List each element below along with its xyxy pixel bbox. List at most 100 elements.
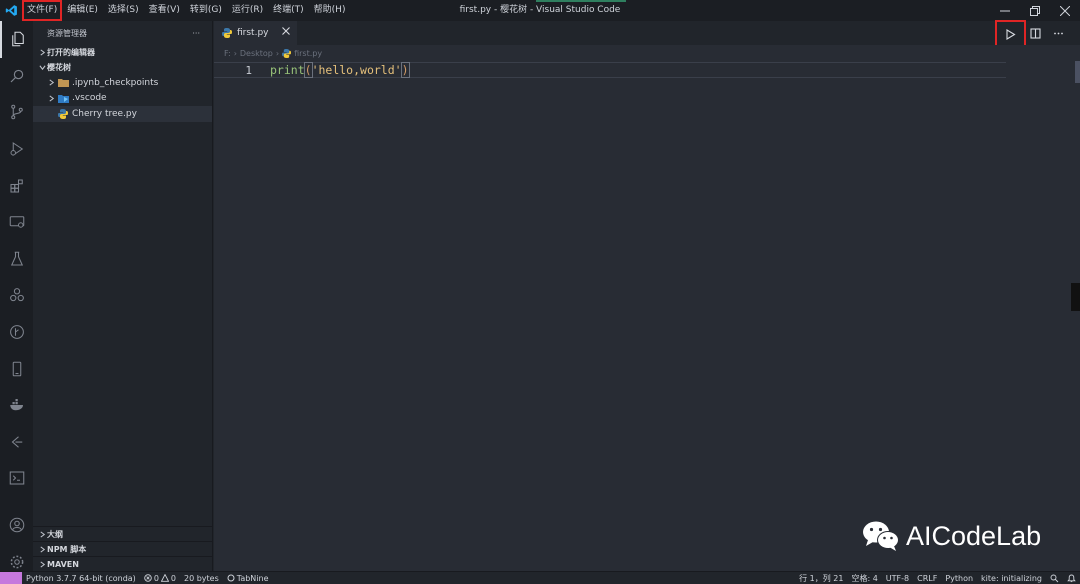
- status-cursor-position[interactable]: 行 1，列 21: [795, 573, 847, 584]
- status-indentation[interactable]: 空格: 4: [847, 573, 881, 584]
- open-editors-section[interactable]: 打开的编辑器: [33, 45, 212, 60]
- tree-item-vscode[interactable]: .vscode: [33, 91, 212, 107]
- run-debug-icon: [10, 142, 23, 157]
- menu-help[interactable]: 帮助(H): [309, 0, 351, 21]
- title-accent-line: [536, 0, 626, 2]
- git-graph-icon: [9, 325, 24, 339]
- tree-item-cherry-tree-py[interactable]: Cherry tree.py: [33, 106, 212, 122]
- status-bar: Python 3.7.7 64-bit (conda) 0 0 20 bytes…: [0, 571, 1080, 584]
- play-icon: [1006, 29, 1016, 40]
- more-actions-button[interactable]: [1047, 23, 1070, 43]
- status-notifications[interactable]: [1063, 574, 1080, 583]
- error-icon: [144, 574, 152, 582]
- remote-explorer-icon: [9, 216, 24, 229]
- split-editor-button[interactable]: [1024, 23, 1047, 43]
- code-token-paren-open: (: [303, 62, 313, 78]
- activity-explorer[interactable]: [0, 21, 33, 58]
- breadcrumb-separator-icon: ›: [233, 48, 237, 58]
- minimize-icon: [1000, 10, 1010, 11]
- menu-edit[interactable]: 编辑(E): [62, 0, 103, 21]
- minimize-button[interactable]: [990, 0, 1020, 21]
- explorer-header: 资源管理器 ···: [33, 21, 212, 45]
- status-encoding[interactable]: UTF-8: [882, 574, 913, 583]
- tabnine-label: TabNine: [236, 573, 269, 583]
- code-line[interactable]: 1 print('hello,world'): [214, 62, 1006, 78]
- tree-item-ipynb-checkpoints[interactable]: .ipynb_checkpoints: [33, 75, 212, 91]
- menu-go[interactable]: 转到(G): [185, 0, 227, 21]
- status-problems[interactable]: 0 0: [140, 574, 180, 583]
- activity-mobile[interactable]: [0, 350, 33, 387]
- outline-section[interactable]: 大纲: [33, 526, 213, 541]
- activity-remote-explorer[interactable]: [0, 204, 33, 241]
- watermark: AICodeLab: [862, 520, 1041, 552]
- explorer-title: 资源管理器: [47, 28, 87, 38]
- code-token-paren-close: ): [400, 62, 410, 78]
- source-control-icon: [10, 105, 23, 120]
- menu-view[interactable]: 查看(V): [144, 0, 185, 21]
- wechat-icon: [863, 521, 899, 551]
- close-tab-icon[interactable]: [282, 27, 290, 38]
- tab-first-py[interactable]: first.py: [214, 21, 297, 45]
- activity-live-share[interactable]: [0, 424, 33, 461]
- tabnine-icon: [227, 574, 235, 582]
- workspace-section[interactable]: 樱花树: [33, 60, 212, 75]
- device-icon: [12, 361, 21, 376]
- tree-item-label: .vscode: [72, 93, 107, 104]
- chevron-down-icon: [37, 64, 47, 71]
- python-file-icon: [282, 48, 292, 58]
- activity-testing[interactable]: [0, 241, 33, 278]
- account-icon: [9, 517, 24, 533]
- activity-source-control[interactable]: [0, 94, 33, 131]
- remote-indicator[interactable]: [0, 571, 22, 584]
- outline-label: 大纲: [47, 529, 63, 539]
- npm-scripts-section[interactable]: NPM 脚本: [33, 541, 213, 556]
- chevron-right-icon: [37, 49, 47, 56]
- activity-extensions[interactable]: [0, 167, 33, 204]
- extensions-icon: [9, 179, 23, 193]
- status-file-size: 20 bytes: [184, 573, 219, 583]
- vertical-scrollbar[interactable]: [1066, 61, 1080, 571]
- activity-terminal[interactable]: [0, 460, 33, 497]
- maven-section[interactable]: MAVEN: [33, 556, 213, 571]
- search-icon: [10, 69, 23, 83]
- activity-gitlens[interactable]: [0, 314, 33, 351]
- activity-anaconda[interactable]: [0, 277, 33, 314]
- scrollbar-thumb[interactable]: [1075, 61, 1080, 83]
- breadcrumb-drive[interactable]: F:: [224, 49, 231, 58]
- menu-terminal[interactable]: 终端(T): [268, 0, 309, 21]
- vscode-folder-icon: [56, 94, 70, 103]
- menu-bar: 文件(F) 编辑(E) 选择(S) 查看(V) 转到(G) 运行(R) 终端(T…: [22, 0, 350, 21]
- chevron-right-icon: [37, 560, 47, 568]
- editor-area[interactable]: F: › Desktop › first.py 1 print('hello,w…: [214, 45, 1080, 571]
- more-actions-icon[interactable]: ···: [192, 29, 200, 38]
- activity-docker[interactable]: [0, 387, 33, 424]
- terminal-icon: [9, 471, 24, 485]
- ellipsis-icon: [1054, 32, 1063, 34]
- restore-button[interactable]: [1020, 0, 1050, 21]
- editor-tab-bar: first.py: [214, 20, 1080, 49]
- menu-selection[interactable]: 选择(S): [103, 0, 144, 21]
- warning-icon: [160, 574, 169, 582]
- status-language[interactable]: Python: [941, 574, 977, 583]
- activity-run-debug[interactable]: [0, 131, 33, 168]
- status-kite[interactable]: kite: initializing: [977, 574, 1046, 583]
- activity-accounts[interactable]: [0, 507, 33, 544]
- run-python-file-button[interactable]: [995, 20, 1026, 49]
- breadcrumb-file[interactable]: first.py: [294, 49, 322, 58]
- status-interpreter[interactable]: Python 3.7.7 64-bit (conda): [22, 574, 140, 583]
- tab-label: first.py: [237, 28, 269, 38]
- code-token-function: print: [270, 63, 305, 77]
- status-eol[interactable]: CRLF: [913, 574, 941, 583]
- close-window-button[interactable]: [1050, 0, 1080, 21]
- status-tabnine[interactable]: TabNine: [223, 574, 273, 583]
- sidebar-bottom-sections: 大纲 NPM 脚本 MAVEN: [33, 526, 213, 571]
- warning-count: 0: [170, 573, 176, 583]
- status-feedback[interactable]: [1046, 574, 1063, 583]
- menu-file[interactable]: 文件(F): [22, 0, 63, 21]
- menu-run[interactable]: 运行(R): [227, 0, 268, 21]
- activity-search[interactable]: [0, 58, 33, 95]
- breadcrumb-folder[interactable]: Desktop: [240, 49, 273, 58]
- chevron-right-icon: [46, 79, 56, 86]
- folder-icon: [56, 78, 70, 88]
- docker-icon: [9, 399, 23, 411]
